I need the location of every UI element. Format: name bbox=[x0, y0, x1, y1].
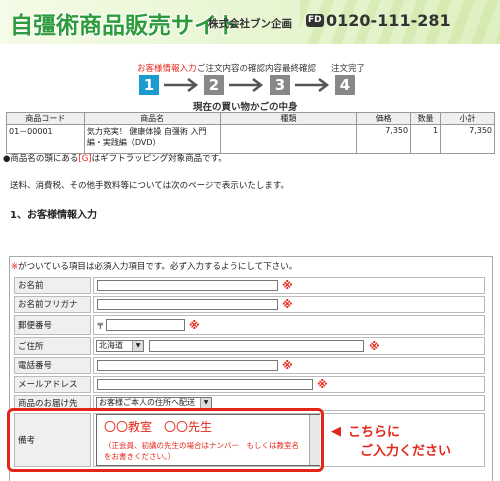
required-note: ※がついている項目は必須入力項目です。必ず入力するようにして下さい。 bbox=[11, 260, 297, 272]
phone-number: 0120-111-281 bbox=[326, 11, 451, 30]
left-arrow-icon: ◀ bbox=[331, 424, 341, 439]
chevron-down-icon: ▼ bbox=[200, 398, 211, 408]
step-3-label: 内容最終確認 bbox=[265, 64, 317, 74]
shipping-note: 送料、消費税、その他手数料等については次のページで表示いたします。 bbox=[10, 181, 290, 191]
chevron-down-icon: ▼ bbox=[132, 341, 143, 351]
step-arrow-icon bbox=[295, 78, 330, 92]
delivery-value: お客様ご本人の住所へ配送 bbox=[99, 398, 195, 407]
column-header: 種類 bbox=[219, 112, 358, 125]
name-input[interactable] bbox=[97, 280, 278, 291]
email-label: メールアドレス bbox=[14, 376, 91, 393]
prefecture-select[interactable]: 北海道 ▼ bbox=[96, 340, 144, 352]
table-row: 01－00001 気力充実！ 健康体操 自彊術 入門編・実践編（DVD） 7,3… bbox=[6, 124, 495, 154]
product-name: 気力充実！ 健康体操 自彊術 入門編・実践編（DVD） bbox=[83, 124, 221, 154]
product-code: 01－00001 bbox=[6, 124, 85, 154]
address-label: ご住所 bbox=[14, 337, 91, 355]
step-2-label: ご注文内容の確認 bbox=[197, 64, 266, 74]
prefecture-value: 北海道 bbox=[99, 341, 123, 350]
notes-highlight-frame bbox=[7, 408, 324, 472]
step-arrow-icon bbox=[164, 78, 199, 92]
gift-note-prefix: ●商品名の頭にある bbox=[3, 154, 79, 164]
product-subtotal: 7,350 bbox=[440, 124, 495, 154]
required-mark: ※ bbox=[282, 279, 293, 292]
product-type bbox=[219, 124, 358, 154]
address-input[interactable] bbox=[149, 340, 364, 352]
required-mark: ※ bbox=[282, 298, 293, 311]
column-header: 商品名 bbox=[83, 112, 221, 125]
email-input[interactable] bbox=[97, 379, 313, 390]
step-1-number: 1 bbox=[139, 75, 159, 95]
column-header: 数量 bbox=[410, 112, 442, 125]
step-3-number: 3 bbox=[270, 75, 290, 95]
zip-input[interactable] bbox=[106, 319, 185, 331]
site-logo[interactable]: 自彊術商品販売サイト bbox=[10, 6, 240, 40]
step-arrow-icon bbox=[229, 78, 264, 92]
column-header: 小計 bbox=[440, 112, 495, 125]
phone-input[interactable] bbox=[97, 360, 278, 371]
required-note-text: がついている項目は必須入力項目です。必ず入力するようにして下さい。 bbox=[18, 262, 298, 272]
gift-tag: [G] bbox=[78, 154, 92, 164]
cart-header-row: 商品コード 商品名 種類 価格 数量 小計 bbox=[6, 112, 495, 125]
name-label: お名前 bbox=[14, 277, 91, 294]
required-mark: ※ bbox=[189, 319, 200, 332]
zip-label: 郵便番号 bbox=[14, 315, 91, 335]
product-price: 7,350 bbox=[356, 124, 412, 154]
gift-note: ●商品名の頭にある[G]はギフトラッピング対象商品です。 bbox=[3, 152, 227, 164]
zip-prefix: 〒 bbox=[96, 322, 105, 332]
section-title: 1、お客様情報入力 bbox=[10, 210, 97, 221]
step-1-label: お客様情報入力 bbox=[137, 64, 197, 74]
required-mark: ※ bbox=[317, 378, 328, 391]
kana-label: お名前フリガナ bbox=[14, 296, 91, 313]
step-4-number: 4 bbox=[335, 75, 355, 95]
kana-input[interactable] bbox=[97, 299, 278, 310]
phone-label: 電話番号 bbox=[14, 357, 91, 374]
cart-title: 現在の買い物かごの中身 bbox=[193, 102, 298, 113]
column-header: 価格 bbox=[356, 112, 412, 125]
step-4-label: 注文完了 bbox=[331, 64, 366, 74]
cart-table: 商品コード 商品名 種類 価格 数量 小計 01－00001 気力充実！ 健康体… bbox=[6, 112, 495, 154]
callout-text-line1: こちらに bbox=[348, 425, 401, 440]
column-header: 商品コード bbox=[6, 112, 85, 125]
required-mark: ※ bbox=[369, 340, 380, 353]
company-name: 株式会社ブン企画 bbox=[208, 18, 292, 30]
callout-text-line2: ご入力ください bbox=[360, 444, 452, 459]
product-quantity: 1 bbox=[410, 124, 442, 154]
gift-note-suffix: はギフトラッピング対象商品です。 bbox=[91, 154, 227, 164]
step-2-number: 2 bbox=[204, 75, 224, 95]
free-dial-icon: FD bbox=[306, 14, 324, 27]
required-mark: ※ bbox=[282, 359, 293, 372]
